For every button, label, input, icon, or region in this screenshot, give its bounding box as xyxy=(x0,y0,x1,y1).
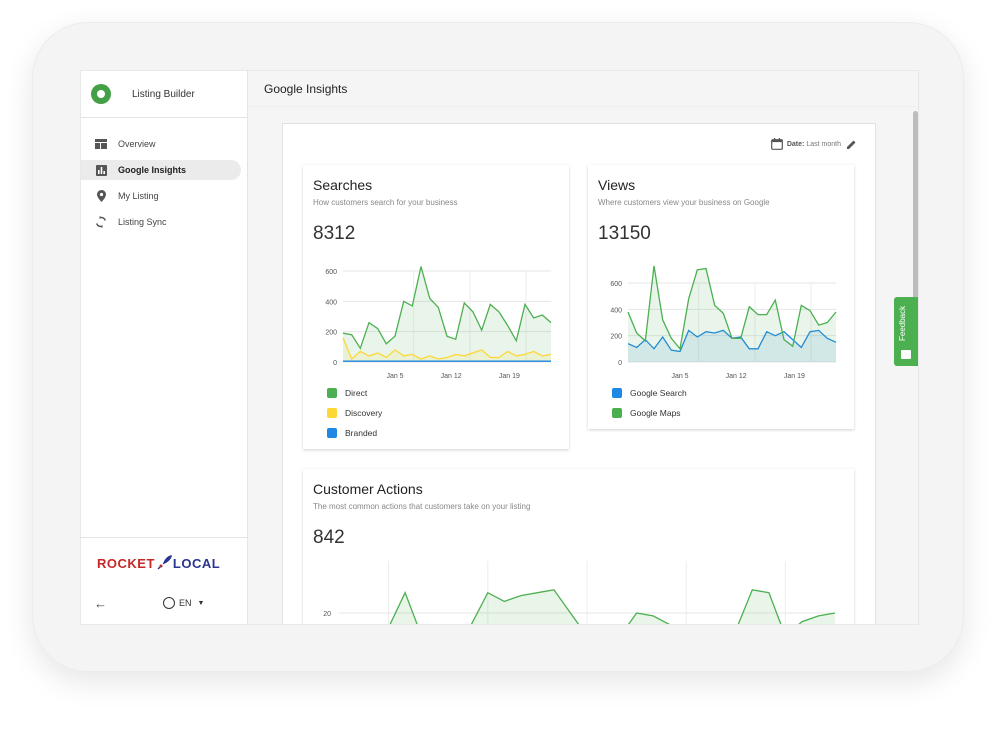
date-filter[interactable]: Date: Last month xyxy=(770,138,857,150)
calendar-icon xyxy=(770,138,783,150)
customer-actions-chart: 20 xyxy=(323,561,836,624)
y-tick-label: 200 xyxy=(610,334,622,341)
y-tick-label: 600 xyxy=(325,269,337,276)
caret-down-icon: ▼ xyxy=(197,599,205,607)
rocket-local-logo: ROCKET LOCAL xyxy=(97,555,221,571)
legend-swatch xyxy=(612,388,622,398)
searches-legend: Direct Discovery Branded xyxy=(327,383,382,443)
legend-swatch xyxy=(612,408,622,418)
legend-item-branded[interactable]: Branded xyxy=(327,423,382,443)
x-tick-label: Jan 5 xyxy=(671,373,688,380)
globe-icon xyxy=(163,597,175,609)
date-label: Date: xyxy=(786,140,805,148)
sidebar-item-label: Overview xyxy=(118,139,156,149)
feedback-tab[interactable]: Feedback xyxy=(894,297,918,366)
y-tick-label: 0 xyxy=(618,360,622,367)
y-tick-label: 200 xyxy=(325,330,337,337)
x-tick-label: Jan 5 xyxy=(386,373,403,380)
y-tick-label: 400 xyxy=(325,299,337,306)
customer-actions-card: Customer Actions The most common actions… xyxy=(303,469,854,624)
card-title: Searches xyxy=(313,177,373,193)
legend-swatch xyxy=(327,428,337,438)
legend-item-google-maps[interactable]: Google Maps xyxy=(612,403,687,423)
bar-chart-icon xyxy=(95,164,107,176)
x-tick-label: Jan 12 xyxy=(441,373,462,380)
card-total: 8312 xyxy=(313,223,356,244)
legend-swatch xyxy=(327,388,337,398)
sidebar-footer: ROCKET LOCAL ← EN ▼ xyxy=(81,537,247,624)
y-tick-label: 20 xyxy=(323,611,331,618)
brand-header: Listing Builder xyxy=(81,71,247,118)
rocket-icon xyxy=(157,555,172,570)
app-screen: Listing Builder Overview Google Insights… xyxy=(80,70,919,625)
location-pin-icon xyxy=(95,190,107,202)
insights-panel: Date: Last month Searches How customers … xyxy=(282,123,876,624)
card-subtitle: The most common actions that customers t… xyxy=(313,502,531,511)
x-tick-label: Jan 19 xyxy=(784,373,805,380)
sidebar-item-my-listing[interactable]: My Listing xyxy=(81,186,241,206)
legend-item-discovery[interactable]: Discovery xyxy=(327,403,382,423)
card-total: 842 xyxy=(313,527,345,548)
legend-swatch xyxy=(327,408,337,418)
back-arrow-icon[interactable]: ← xyxy=(94,596,107,611)
card-subtitle: How customers search for your business xyxy=(313,198,458,207)
legend-item-direct[interactable]: Direct xyxy=(327,383,382,403)
card-total: 13150 xyxy=(598,223,651,244)
sidebar-item-listing-sync[interactable]: Listing Sync xyxy=(81,212,241,232)
sidebar-item-overview[interactable]: Overview xyxy=(81,134,241,154)
location-logo-icon xyxy=(91,84,111,104)
date-value: Last month xyxy=(806,140,841,148)
edit-pencil-icon[interactable] xyxy=(846,139,857,150)
scrollbar[interactable] xyxy=(913,111,918,301)
feedback-label: Feedback xyxy=(898,305,907,341)
card-title: Views xyxy=(598,177,636,193)
x-tick-label: Jan 12 xyxy=(726,373,747,380)
series-area xyxy=(343,266,551,362)
sidebar: Listing Builder Overview Google Insights… xyxy=(81,71,248,624)
feedback-icon xyxy=(901,350,911,359)
series-area xyxy=(628,265,836,362)
searches-card: Searches How customers search for your b… xyxy=(303,165,569,449)
main-content: Date: Last month Searches How customers … xyxy=(248,107,918,624)
page-title: Google Insights xyxy=(264,81,348,96)
sync-icon xyxy=(95,216,107,228)
sidebar-nav: Overview Google Insights My Listing List… xyxy=(81,118,247,232)
views-legend: Google Search Google Maps xyxy=(612,383,687,423)
page-header: Google Insights xyxy=(248,71,918,107)
views-chart: 0 200 400 600 Jan 5 Jan 12 Jan 19 xyxy=(610,265,837,380)
y-tick-label: 0 xyxy=(333,360,337,367)
sidebar-item-google-insights[interactable]: Google Insights xyxy=(81,160,241,180)
y-tick-label: 600 xyxy=(610,281,622,288)
card-title: Customer Actions xyxy=(313,481,423,497)
legend-item-google-search[interactable]: Google Search xyxy=(612,383,687,403)
views-card: Views Where customers view your business… xyxy=(588,165,854,429)
sidebar-item-label: My Listing xyxy=(118,191,159,201)
sidebar-item-label: Listing Sync xyxy=(118,217,167,227)
sidebar-item-label: Google Insights xyxy=(118,165,187,175)
app-title: Listing Builder xyxy=(132,88,195,100)
dashboard-icon xyxy=(95,138,107,150)
y-tick-label: 400 xyxy=(610,307,622,314)
card-subtitle: Where customers view your business on Go… xyxy=(598,198,770,207)
language-code: EN xyxy=(179,598,192,608)
x-tick-label: Jan 19 xyxy=(499,373,520,380)
searches-chart: 0 200 400 600 Jan 5 Jan 12 Jan 19 xyxy=(325,266,552,380)
language-selector[interactable]: EN ▼ xyxy=(163,597,204,609)
